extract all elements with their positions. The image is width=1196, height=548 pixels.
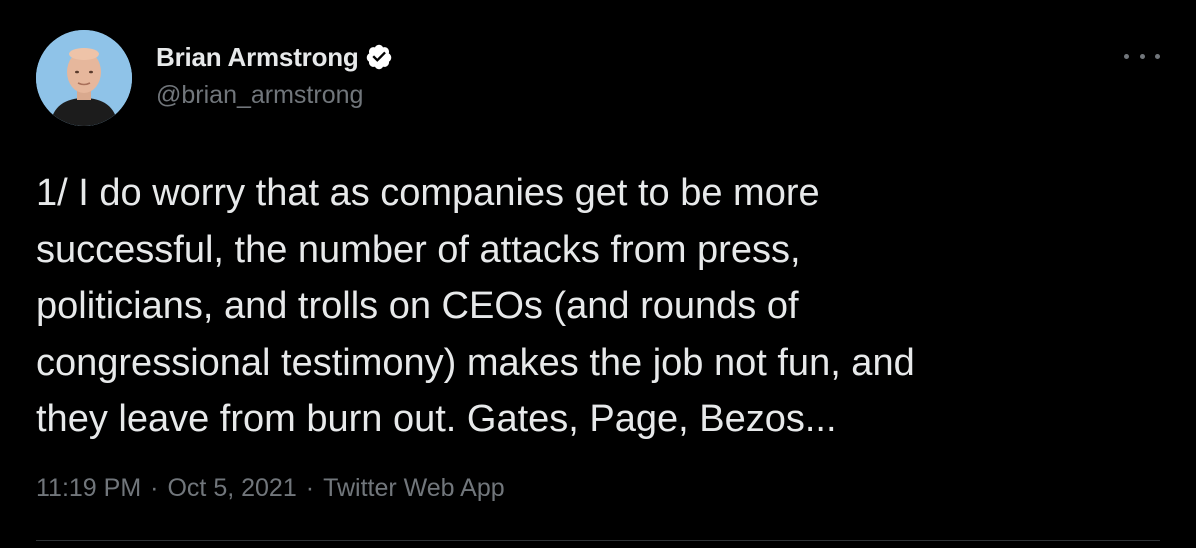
tweet-text-line: politicians, and trolls on CEOs (and rou… [36, 285, 799, 327]
author-name-row[interactable]: Brian Armstrong [156, 40, 393, 74]
tweet-card: Brian Armstrong @brian_armstrong 1/ I do… [0, 0, 1196, 548]
author-display-name[interactable]: Brian Armstrong [156, 42, 359, 73]
verified-badge-icon [365, 43, 393, 71]
tweet-text-line: they leave from burn out. Gates, Page, B… [36, 398, 837, 440]
avatar[interactable] [36, 30, 132, 126]
tweet-text-line: successful, the number of attacks from p… [36, 228, 801, 271]
more-dot [1139, 53, 1145, 59]
more-dot [1155, 53, 1160, 59]
meta-separator: · [150, 474, 159, 502]
tweet-date[interactable]: Oct 5, 2021 [167, 474, 296, 503]
avatar-image [36, 30, 132, 126]
tweet-text-line: congressional testimony) makes the job n… [36, 341, 915, 384]
tweet-text-line: 1/ I do worry that as companies get to b… [36, 172, 820, 214]
meta-separator: · [305, 474, 315, 502]
tweet-source[interactable]: Twitter Web App [323, 474, 505, 503]
divider [36, 540, 1160, 541]
author-handle[interactable]: @brian_armstrong [156, 81, 363, 110]
more-dot [1124, 53, 1129, 59]
tweet-time[interactable]: 11:19 PM [36, 474, 141, 503]
tweet-metadata: 11:19 PM · Oct 5, 2021 · Twitter Web App [36, 474, 505, 503]
tweet-text: 1/ I do worry that as companies get to b… [36, 165, 1146, 448]
more-options-icon[interactable] [1124, 44, 1160, 68]
